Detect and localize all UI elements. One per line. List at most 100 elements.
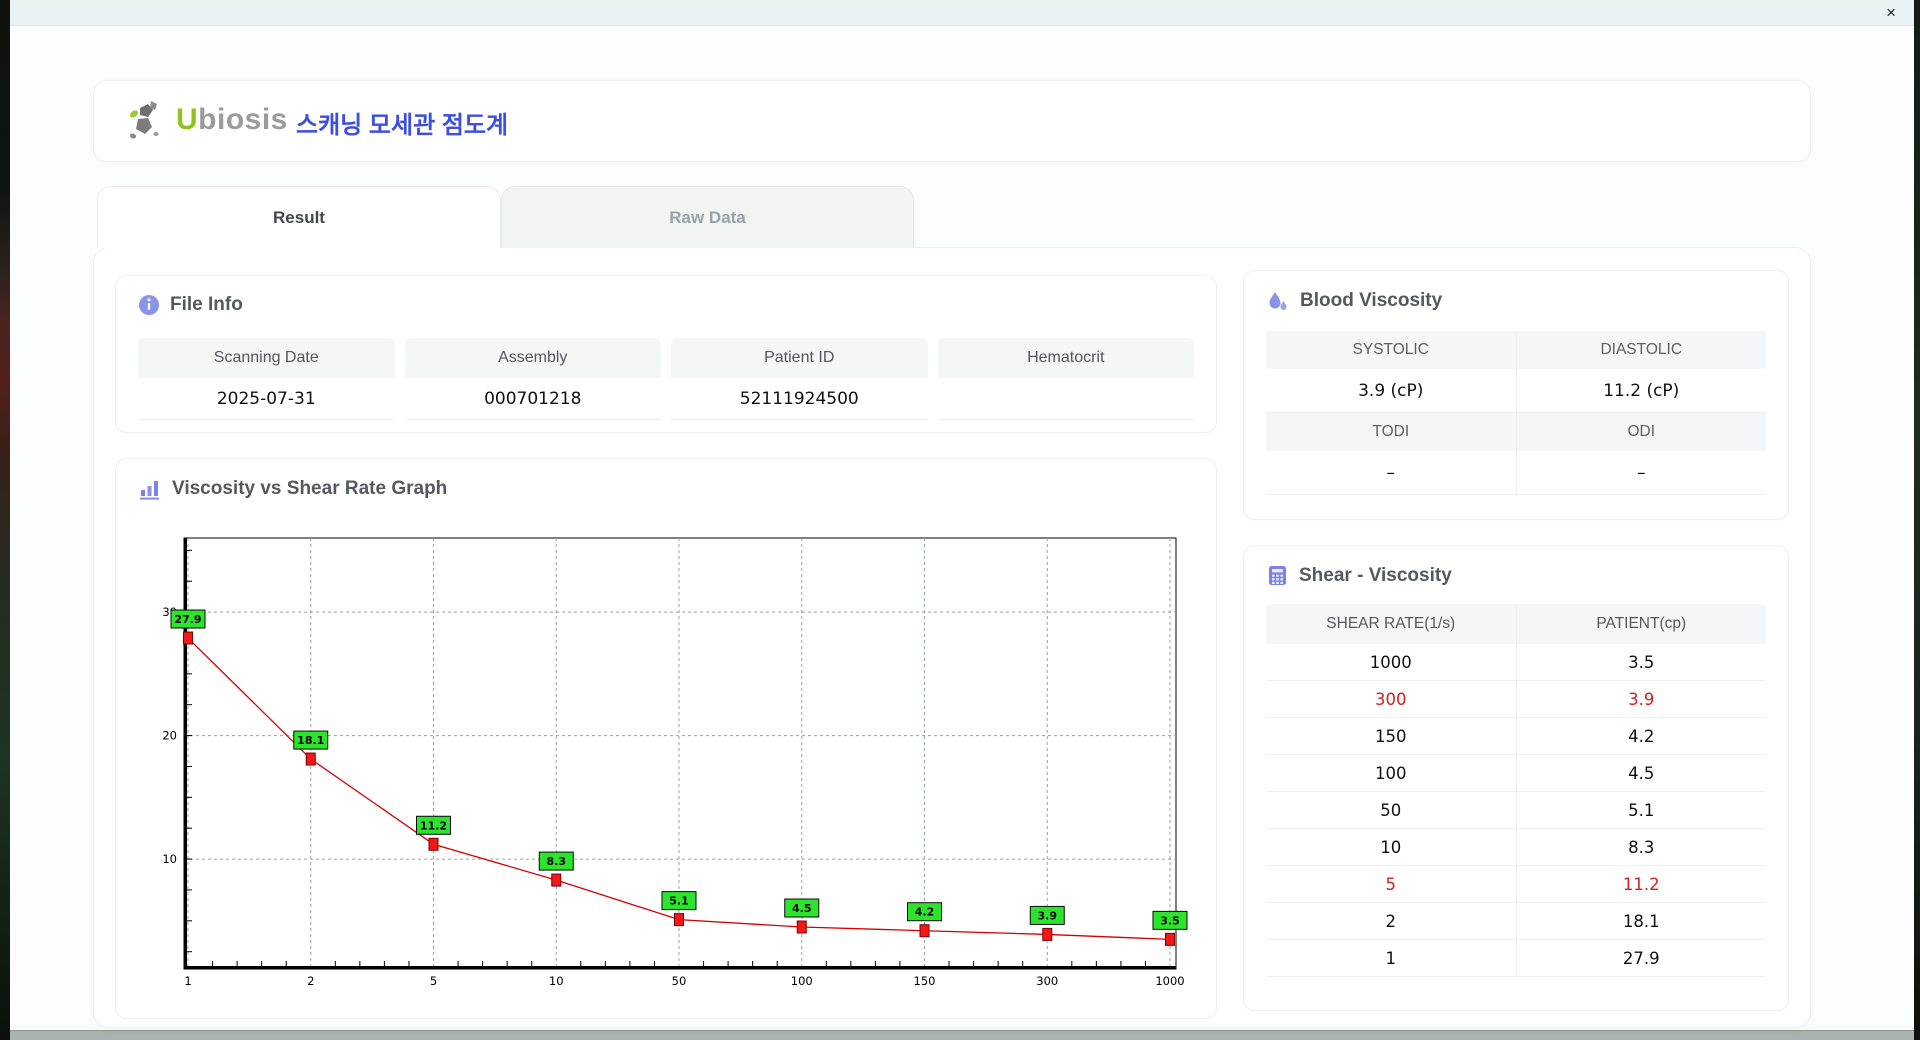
metric-label: DIASTOLIC [1515, 331, 1766, 369]
metric-header-row: SYSTOLIC DIASTOLIC [1266, 331, 1766, 369]
data-point-label: 27.9 [174, 613, 201, 626]
patient-viscosity-cell: 11.2 [1515, 866, 1767, 902]
field-label: Assembly [404, 338, 661, 378]
info-icon [139, 295, 159, 315]
shear-rate-cell: 100 [1375, 763, 1407, 783]
metric-value: – [1266, 451, 1516, 495]
viscosity-graph-card: Viscosity vs Shear Rate Graph 10 20 30 1 2 5 1… [115, 458, 1217, 1019]
field-scanning-date: Scanning Date 2025-07-31 [138, 338, 395, 420]
table-row: 10 8.3 [1266, 829, 1766, 866]
x-tick-label: 1000 [1155, 974, 1184, 988]
graph-title-label: Viscosity vs Shear Rate Graph [172, 478, 448, 499]
column-header: SHEAR RATE(1/s) [1326, 615, 1456, 632]
desktop-edge-left [0, 0, 10, 1040]
file-info-fields: Scanning Date 2025-07-31 Assembly 000701… [138, 338, 1194, 420]
tab-result-label: Result [273, 207, 325, 227]
x-tick-label: 5 [430, 974, 437, 988]
viscosity-chart: 10 20 30 1 2 5 10 50 100 150 300 1000 27.9 18.1 11.2 8.… [136, 524, 1196, 1004]
field-label: Patient ID [671, 338, 928, 378]
column-header: PATIENT(cp) [1515, 604, 1767, 644]
shear-rate-cell: 50 [1380, 800, 1402, 820]
graph-title: Viscosity vs Shear Rate Graph [138, 477, 447, 501]
field-assembly: Assembly 000701218 [404, 338, 661, 420]
blood-viscosity-title-label: Blood Viscosity [1300, 290, 1443, 311]
field-label: Hematocrit [937, 338, 1194, 378]
field-hematocrit: Hematocrit [937, 338, 1194, 420]
bar-chart-icon [140, 481, 159, 500]
logo-text: Ubiosis [176, 103, 288, 137]
tab-raw-data[interactable]: Raw Data [501, 186, 914, 248]
data-point-marker [183, 631, 193, 645]
table-row: 300 3.9 [1266, 681, 1766, 718]
file-info-title: File Info [138, 294, 243, 316]
shear-rate-cell: 150 [1375, 726, 1407, 746]
metric-value: – [1515, 451, 1766, 495]
data-point-marker [305, 752, 316, 766]
shear-rate-cell: 300 [1375, 689, 1407, 709]
patient-viscosity-cell: 3.5 [1515, 644, 1767, 680]
data-point-label: 4.5 [792, 902, 812, 915]
x-tick-label: 100 [791, 974, 813, 988]
patient-viscosity-cell: 8.3 [1515, 829, 1767, 865]
logo-rest: biosis [198, 103, 288, 136]
blood-viscosity-card: Blood Viscosity SYSTOLIC DIASTOLIC 3.9 (… [1243, 270, 1789, 520]
data-point-marker [551, 873, 562, 887]
x-tick-label: 150 [914, 974, 936, 988]
metric-label: ODI [1515, 413, 1766, 451]
data-point-marker [428, 837, 439, 851]
table-row: 2 18.1 [1266, 903, 1766, 940]
y-tick-label: 10 [162, 852, 177, 866]
metric-value: 3.9 (cP) [1266, 369, 1516, 413]
tab-raw-data-label: Raw Data [669, 207, 746, 227]
tab-result[interactable]: Result [97, 186, 501, 248]
window-bottom-bar [10, 1030, 1914, 1040]
blood-viscosity-title: Blood Viscosity [1266, 289, 1442, 313]
blood-viscosity-table: SYSTOLIC DIASTOLIC 3.9 (cP) 11.2 (cP) TO… [1266, 331, 1766, 495]
x-tick-label: 1 [184, 974, 191, 988]
shear-rate-cell: 1000 [1369, 652, 1412, 672]
ubiosis-logo-icon [129, 101, 159, 139]
data-point-marker [1042, 927, 1053, 941]
table-row: 1000 3.5 [1266, 644, 1766, 681]
patient-viscosity-cell: 3.9 [1515, 681, 1767, 717]
metric-value: 11.2 (cP) [1515, 369, 1766, 413]
shear-rate-cell: 10 [1380, 837, 1402, 857]
data-point-marker [919, 924, 930, 938]
x-tick-label: 10 [549, 974, 564, 988]
data-point-label: 11.2 [420, 819, 447, 832]
page-title: 스캐닝 모세관 점도계 [296, 112, 509, 139]
x-tick-label: 300 [1036, 974, 1058, 988]
table-row: 100 4.5 [1266, 755, 1766, 792]
metric-value-row: – – [1266, 451, 1766, 495]
droplets-icon [1269, 292, 1287, 310]
header-card: Ubiosis 스캐닝 모세관 점도계 [93, 80, 1811, 162]
shear-rate-cell: 2 [1385, 911, 1397, 931]
data-point-label: 3.5 [1160, 914, 1180, 927]
calculator-icon [1269, 566, 1286, 585]
metric-header-row: TODI ODI [1266, 413, 1766, 451]
data-point-label: 3.9 [1038, 909, 1058, 922]
y-tick-label: 20 [162, 729, 177, 743]
field-value [937, 378, 1194, 420]
patient-viscosity-cell: 4.5 [1515, 755, 1767, 791]
shear-viscosity-title-label: Shear - Viscosity [1299, 564, 1452, 586]
file-info-card: File Info Scanning Date 2025-07-31 Assem… [115, 275, 1217, 433]
window-close-icon[interactable]: × [1886, 2, 1896, 24]
logo-prefix: U [176, 103, 199, 136]
shear-viscosity-title: Shear - Viscosity [1266, 564, 1452, 587]
data-point-marker [796, 920, 807, 934]
viscosity-chart-svg: 1020301 2 5 10 50 100 150 300 100027.918.111.28.… [162, 537, 1188, 988]
file-info-title-label: File Info [170, 294, 243, 315]
field-label: Scanning Date [138, 338, 395, 378]
data-point-label: 18.1 [297, 734, 324, 747]
shear-table-header: SHEAR RATE(1/s) PATIENT(cp) [1266, 604, 1766, 644]
table-row: 150 4.2 [1266, 718, 1766, 755]
table-row: 1 27.9 [1266, 940, 1766, 977]
metric-label: TODI [1266, 413, 1516, 451]
table-row: 50 5.1 [1266, 792, 1766, 829]
field-value: 2025-07-31 [138, 378, 395, 420]
data-point-marker [1165, 932, 1175, 946]
data-point-label: 4.2 [915, 906, 935, 919]
field-value: 000701218 [404, 378, 661, 420]
x-tick-label: 2 [307, 974, 314, 988]
